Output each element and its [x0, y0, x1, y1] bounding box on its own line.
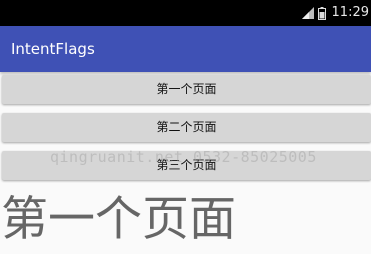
second-page-button[interactable]: 第二个页面 — [2, 113, 371, 142]
status-icons: 11:29 — [301, 5, 369, 20]
app-bar: IntentFlags — [0, 26, 371, 72]
battery-icon — [317, 6, 326, 20]
page-heading: 第一个页面 — [1, 192, 236, 247]
status-time: 11:29 — [331, 5, 369, 20]
first-page-button[interactable]: 第一个页面 — [2, 75, 371, 104]
signal-icon — [301, 7, 314, 19]
app-title: IntentFlags — [11, 40, 95, 58]
third-page-button[interactable]: 第三个页面 — [2, 151, 371, 180]
status-bar: 11:29 — [0, 0, 371, 26]
